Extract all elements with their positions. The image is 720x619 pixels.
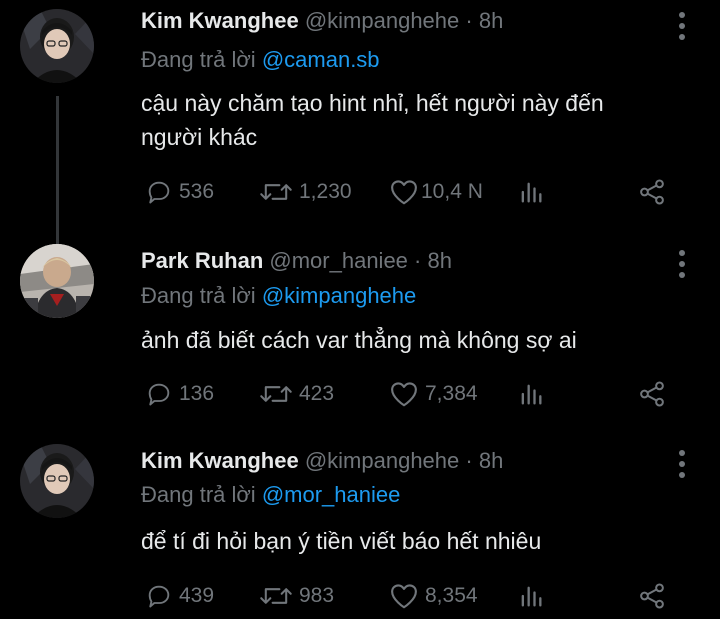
retweet-count: 1,230 <box>299 180 352 203</box>
tweet-actions: 536 1,230 10,4 N <box>141 175 681 209</box>
tweet-header: Park Ruhan @mor_haniee · 8h <box>141 248 452 280</box>
separator: · <box>465 448 473 473</box>
like-count: 7,384 <box>425 382 478 405</box>
tweet-header: Kim Kwanghee @kimpanghehe · 8h <box>141 448 503 480</box>
more-options-icon[interactable] <box>678 12 686 48</box>
reply-context: Đang trả lời @mor_haniee <box>141 482 400 508</box>
reply-prefix: Đang trả lời <box>141 482 256 507</box>
reply-button[interactable]: 136 <box>145 377 214 411</box>
more-options-icon[interactable] <box>678 250 686 286</box>
tweet-text-line: người khác <box>141 124 258 150</box>
separator: · <box>465 8 473 33</box>
reply-prefix: Đang trả lời <box>141 283 256 308</box>
username-handle[interactable]: @mor_haniee <box>269 248 408 273</box>
tweet-actions: 136 423 7,384 <box>141 377 681 411</box>
tweet-text: ảnh đã biết cách var thẳng mà không sợ a… <box>141 323 681 357</box>
like-count: 8,354 <box>425 584 478 607</box>
reply-icon <box>148 181 170 204</box>
analytics-button[interactable] <box>517 579 545 613</box>
share-button[interactable] <box>637 579 667 613</box>
reply-button[interactable]: 536 <box>145 175 214 209</box>
username-handle[interactable]: @kimpanghehe <box>305 448 459 473</box>
tweet-1[interactable]: Kim Kwanghee @kimpanghehe · 8h Đang trả … <box>0 0 720 228</box>
tweet-actions: 439 983 8,354 <box>141 579 681 613</box>
reply-count: 136 <box>179 382 215 405</box>
like-button[interactable]: 7,384 <box>389 377 478 411</box>
share-button[interactable] <box>637 377 667 411</box>
tweet-text-line: để tí đi hỏi bạn ý tiền viết báo hết nhi… <box>141 528 542 554</box>
retweet-button[interactable]: 423 <box>259 377 334 411</box>
display-name[interactable]: Kim Kwanghee <box>141 8 299 33</box>
timestamp[interactable]: 8h <box>428 248 452 273</box>
like-button[interactable]: 8,354 <box>389 579 478 613</box>
separator: · <box>414 248 422 273</box>
retweet-icon <box>260 588 292 604</box>
share-icon <box>640 583 664 609</box>
tweet-text-line: ảnh đã biết cách var thẳng mà không sợ a… <box>141 327 577 353</box>
tweet-header: Kim Kwanghee @kimpanghehe · 8h <box>141 8 503 40</box>
retweet-button[interactable]: 1,230 <box>259 175 352 209</box>
tweet-text-line: cậu này chăm tạo hint nhỉ, hết người này… <box>141 90 604 116</box>
tweet-text: để tí đi hỏi bạn ý tiền viết báo hết nhi… <box>141 524 681 558</box>
reply-icon <box>148 585 170 608</box>
avatar-kim-kwanghee[interactable] <box>20 444 94 518</box>
retweet-button[interactable]: 983 <box>259 579 334 613</box>
reply-mention-link[interactable]: @kimpanghehe <box>262 283 416 308</box>
reply-mention-link[interactable]: @caman.sb <box>262 47 380 72</box>
analytics-icon <box>521 586 542 607</box>
reply-button[interactable]: 439 <box>145 579 214 613</box>
reply-icon <box>148 383 170 406</box>
reply-context: Đang trả lời @kimpanghehe <box>141 283 416 309</box>
retweet-icon <box>260 184 292 200</box>
analytics-button[interactable] <box>517 377 545 411</box>
reply-prefix: Đang trả lời <box>141 47 256 72</box>
like-icon <box>391 180 417 205</box>
avatar-kim-kwanghee[interactable] <box>20 9 94 83</box>
share-icon <box>640 179 664 205</box>
reply-count: 439 <box>179 584 215 607</box>
analytics-icon <box>521 384 542 405</box>
timestamp[interactable]: 8h <box>479 8 503 33</box>
share-button[interactable] <box>637 175 667 209</box>
like-count: 10,4 N <box>421 180 483 203</box>
reply-count: 536 <box>179 180 215 203</box>
like-icon <box>391 382 417 407</box>
retweet-count: 423 <box>299 382 335 405</box>
retweet-icon <box>260 386 292 402</box>
share-icon <box>640 381 664 407</box>
timestamp[interactable]: 8h <box>479 448 503 473</box>
tweet-3[interactable]: Kim Kwanghee @kimpanghehe · 8h Đang trả … <box>0 442 720 619</box>
more-options-icon[interactable] <box>678 450 686 486</box>
like-button[interactable]: 10,4 N <box>389 175 483 209</box>
reply-context: Đang trả lời @caman.sb <box>141 47 380 73</box>
username-handle[interactable]: @kimpanghehe <box>305 8 459 33</box>
reply-mention-link[interactable]: @mor_haniee <box>262 482 401 507</box>
analytics-icon <box>521 182 542 203</box>
display-name[interactable]: Park Ruhan <box>141 248 263 273</box>
retweet-count: 983 <box>299 584 335 607</box>
avatar-park-ruhan[interactable] <box>20 244 94 318</box>
display-name[interactable]: Kim Kwanghee <box>141 448 299 473</box>
analytics-button[interactable] <box>517 175 545 209</box>
like-icon <box>391 584 417 609</box>
tweet-text: cậu này chăm tạo hint nhỉ, hết người này… <box>141 86 681 154</box>
tweet-2[interactable]: Park Ruhan @mor_haniee · 8h Đang trả lời… <box>0 244 720 434</box>
